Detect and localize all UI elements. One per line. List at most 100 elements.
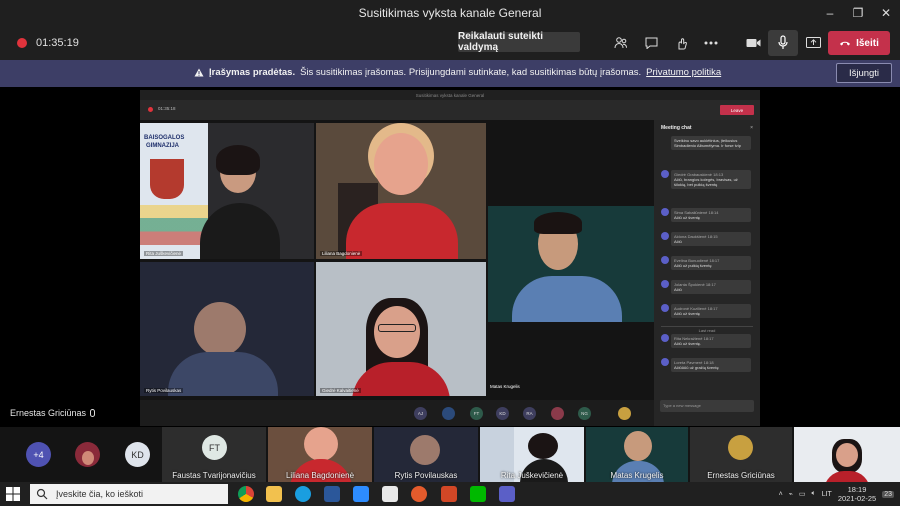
chat-icon[interactable] [636, 30, 666, 56]
taskbar-clock[interactable]: 18:19 2021-02-25 [838, 485, 876, 503]
turn-off-button[interactable]: Išjungti [836, 63, 892, 83]
teams-icon[interactable] [499, 486, 515, 502]
shared-roster: AJ FT KD RA NG [140, 400, 654, 426]
tile-name-label: Liliana Bagdonienė [320, 251, 363, 256]
recording-notice-text: Šis susitikimas įrašomas. Prisijungdami … [300, 67, 642, 78]
avatar [728, 435, 753, 460]
shared-leave-button: Leave [720, 105, 754, 115]
participants-icon[interactable] [606, 30, 636, 56]
chat-time: 18:14 [708, 210, 719, 215]
overflow-participants-button[interactable]: +4 [26, 442, 51, 467]
maximize-button[interactable]: ❐ [844, 0, 872, 26]
chat-message: Rita Nekražienė 18:17 Ačiū už šventę. [661, 334, 753, 352]
roster-avatar: RA [523, 407, 536, 420]
stage-participant-name: Ernestas Griciūnas [10, 408, 87, 418]
word-icon[interactable] [324, 486, 340, 502]
participant-tile[interactable]: Matas Krugelis [586, 427, 688, 482]
participant-name: Matas Krugelis [610, 471, 664, 480]
taskbar-search-input[interactable]: Įveskite čia, ko ieškoti [30, 484, 228, 504]
leave-label: Išeiti [856, 37, 879, 49]
request-control-button[interactable]: Reikalauti suteikti valdymą [458, 31, 580, 53]
window-title: Susitikimas vyksta kanale General [358, 6, 542, 20]
privacy-policy-link[interactable]: Privatumo politika [646, 67, 721, 78]
stage-participant-label: Ernestas Griciūnas [10, 408, 96, 418]
avatar [661, 358, 669, 366]
clock-date: 2021-02-25 [837, 494, 877, 503]
glasses [378, 324, 416, 332]
roster-avatar [442, 407, 455, 420]
meeting-control-bar: 01:35:19 Reikalauti suteikti valdymą Iše… [0, 26, 900, 60]
show-hidden-icons[interactable]: ˄ [779, 491, 783, 498]
shared-timer: 01:35:18 [158, 106, 176, 111]
avatar [661, 208, 669, 216]
avatar [661, 170, 669, 178]
warning-icon [194, 68, 204, 77]
avatar: FT [202, 435, 227, 460]
share-screen-icon[interactable] [798, 30, 828, 56]
shared-screen: Susitikimas vyksta kanale General 01:35:… [140, 90, 760, 426]
edge-icon[interactable] [295, 486, 311, 502]
avatar[interactable] [75, 442, 100, 467]
more-actions-icon[interactable] [696, 30, 726, 56]
network-icon[interactable]: ⌁ [789, 490, 793, 498]
chat-input: Type a new message [660, 400, 754, 412]
tile-name-label: Matas Krugelis [490, 384, 520, 389]
avatar [661, 256, 669, 264]
search-placeholder: Įveskite čia, ko ieškoti [56, 489, 144, 499]
notifications-badge[interactable]: 23 [882, 490, 894, 498]
participant-tile[interactable]: Rita Juškevičienė [480, 427, 584, 482]
chat-message-text: Ačiū už šventę [674, 311, 701, 316]
roster-avatar [618, 407, 631, 420]
chrome-icon[interactable] [238, 486, 254, 502]
reactions-icon[interactable] [666, 30, 696, 56]
zoom-icon[interactable] [353, 486, 369, 502]
person-silhouette [374, 133, 428, 195]
minimize-button[interactable]: – [816, 0, 844, 26]
avatar[interactable]: KD [125, 442, 150, 467]
person-body [200, 203, 280, 259]
participant-name: Liliana Bagdonienė [285, 471, 355, 480]
chat-message: Loreta Pavmerė 18:18 Ačiūūūū už gražią šv… [661, 358, 753, 376]
line-icon[interactable] [470, 486, 486, 502]
microphone-icon [90, 409, 96, 417]
participant-tile[interactable]: Ernestas Griciūnas [690, 427, 792, 482]
chat-message-text: Ačiū [674, 287, 682, 292]
microphone-icon[interactable] [768, 30, 798, 56]
file-explorer-icon[interactable] [266, 486, 282, 502]
person-hair [216, 145, 260, 175]
chat-time: 18:17 [707, 306, 718, 311]
camera-icon[interactable] [738, 30, 768, 56]
participant-tile[interactable]: Liliana Bagdonienė [268, 427, 372, 482]
self-view-tile[interactable] [794, 427, 900, 482]
participant-roster: +4 KD FT Faustas Tvarijonavičius Liliana… [0, 427, 900, 482]
battery-icon[interactable]: ▭ [799, 490, 806, 498]
volume-icon[interactable]: 🔈︎ [812, 490, 816, 498]
participant-tile[interactable]: FT Faustas Tvarijonavičius [162, 427, 266, 482]
school-banner: BAISOGALOS GIMNAZIJA [140, 123, 208, 259]
chat-time: 18:15 [707, 234, 718, 239]
avatar [661, 334, 669, 342]
video-tile: BAISOGALOS GIMNAZIJA Rita Juškevičienė [140, 123, 314, 259]
leave-meeting-button[interactable]: Išeiti [828, 31, 890, 55]
close-chat-icon: × [750, 125, 753, 131]
photos-icon[interactable] [382, 486, 398, 502]
recording-banner: Įrašymas pradėtas. Šis susitikimas įrašo… [0, 60, 900, 87]
window-title-bar: Susitikimas vyksta kanale General – ❐ ✕ [0, 0, 900, 26]
tile-name-label: Giedrė Kalvaitienė [320, 388, 361, 393]
windows-taskbar: Įveskite čia, ko ieškoti ˄ ⌁ ▭ 🔈︎ LIT 18… [0, 482, 900, 506]
banner-stripe [140, 205, 208, 245]
person-silhouette [836, 443, 858, 467]
store-icon[interactable] [411, 486, 427, 502]
roster-avatar [551, 407, 564, 420]
participant-tile[interactable]: Rytis Povilauskas [374, 427, 478, 482]
chat-message: Sveikinu savo auklėtinius, įteikusius Si… [661, 136, 753, 156]
meeting-chat-panel: Meeting chat × Sveikinu savo auklėtinius… [654, 120, 760, 426]
windows-start-icon[interactable] [6, 487, 20, 501]
chat-message: Jolanta Špokienė 18:17 Ačiū [661, 280, 753, 298]
powerpoint-icon[interactable] [441, 486, 457, 502]
person-silhouette [304, 427, 338, 461]
person-silhouette [374, 306, 420, 358]
language-indicator[interactable]: LIT [822, 491, 832, 498]
person-silhouette [624, 431, 652, 461]
close-button[interactable]: ✕ [872, 0, 900, 26]
